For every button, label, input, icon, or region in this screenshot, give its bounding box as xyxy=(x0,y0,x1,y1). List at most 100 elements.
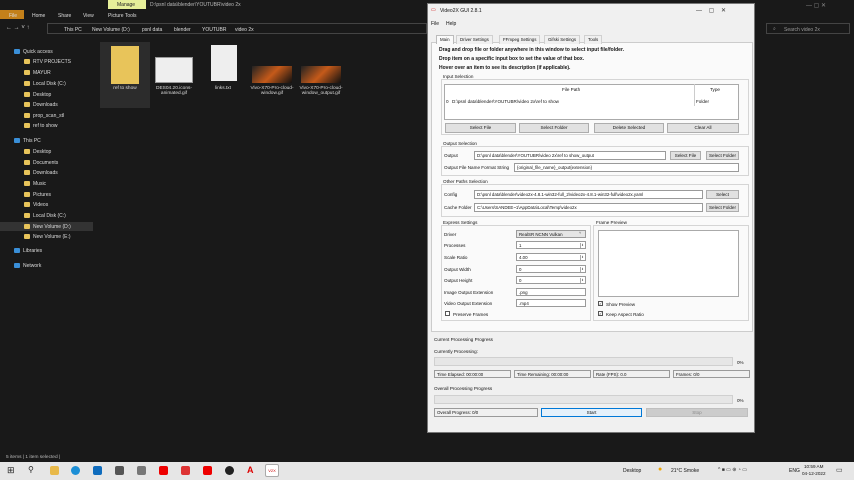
breadcrumb-item[interactable]: This PC xyxy=(64,27,82,33)
nav-item[interactable]: prop_scan_stl xyxy=(24,113,64,119)
file-item[interactable]: links.txt xyxy=(198,42,248,108)
video2x-taskbar-icon[interactable]: V2X xyxy=(265,464,279,477)
autocad-icon[interactable]: A xyxy=(247,465,254,475)
language-indicator[interactable]: ENG xyxy=(789,468,800,474)
processes-spinbox[interactable]: 1 ⇕ xyxy=(516,241,586,249)
menu-help[interactable]: Help xyxy=(446,21,456,27)
menu-file[interactable]: File xyxy=(431,21,439,27)
select-folder-button[interactable]: Select Folder xyxy=(519,123,589,133)
keep-aspect-label: Keep Aspect Ratio xyxy=(606,312,644,317)
edge-icon[interactable] xyxy=(71,466,80,475)
tab-ffmpeg-settings[interactable]: FFmpeg Settings xyxy=(499,35,541,44)
nav-item[interactable]: Desktop xyxy=(24,149,51,155)
start-button[interactable]: Start xyxy=(541,408,642,417)
output-width-spinbox[interactable]: 0 ⇕ xyxy=(516,265,586,273)
nav-item[interactable]: Pictures xyxy=(24,192,51,198)
nav-item[interactable]: RTV PROJECTS xyxy=(24,59,71,65)
clock-time[interactable]: 10:59 AM xyxy=(804,464,823,469)
output-path-input[interactable]: D:\psnl data\blender\YOUTUBR\video 2x\re… xyxy=(474,151,666,160)
config-select-button[interactable]: Select xyxy=(706,190,739,199)
format-string-input[interactable]: {original_file_name}_output{extension} xyxy=(514,163,739,172)
spin-arrows-icon[interactable]: ⇕ xyxy=(580,255,584,260)
weather-text[interactable]: 21°C Smoke xyxy=(671,468,699,474)
config-path-input[interactable]: D:\psnl data\blender\video2x-4.8.1-win32… xyxy=(474,190,703,199)
ribbon-tab-picture-tools[interactable]: Picture Tools xyxy=(108,13,137,19)
window-controls[interactable]: — ▢ ✕ xyxy=(806,2,826,9)
cache-select-folder-button[interactable]: Select Folder xyxy=(706,203,739,212)
window-controls[interactable]: — ▢ ✕ xyxy=(696,7,726,14)
breadcrumb-item[interactable]: New Volume (D:) xyxy=(92,27,130,33)
breadcrumb-item[interactable]: psnl data xyxy=(142,27,162,33)
breadcrumb-item[interactable]: video 2x xyxy=(235,27,254,33)
file-item[interactable]: DES04.20.icons-animated.gif xyxy=(149,42,199,108)
keep-aspect-checkbox[interactable]: ✓ xyxy=(598,311,603,316)
notification-icon[interactable]: ▭ xyxy=(836,466,843,474)
nav-item[interactable]: This PC xyxy=(14,138,41,144)
clock-date[interactable]: 04-12-2022 xyxy=(802,471,826,476)
app-icon[interactable] xyxy=(181,466,190,475)
file-item[interactable]: Vivo-X70-Pro-cloud-window_output.gif xyxy=(296,42,346,108)
nav-item[interactable]: Libraries xyxy=(14,248,42,254)
tray-icons[interactable]: ^ ■ ▭ ⊕ ◔ ▭ xyxy=(718,467,747,473)
nav-item[interactable]: Videos xyxy=(24,202,48,208)
preserve-frames-checkbox[interactable] xyxy=(445,311,450,316)
search-icon[interactable]: ⚲ xyxy=(28,465,34,474)
ribbon-tab-view[interactable]: View xyxy=(83,13,94,19)
file-explorer-icon[interactable] xyxy=(50,466,59,475)
input-row-path[interactable]: D:\psnl data\blender\YOUTUBR\video 2x\re… xyxy=(452,99,559,104)
spin-arrows-icon[interactable]: ⇕ xyxy=(580,278,584,283)
breadcrumb-item[interactable]: blender xyxy=(174,27,191,33)
nav-item[interactable]: Local Disk (C:) xyxy=(24,213,66,219)
select-file-button[interactable]: Select File xyxy=(445,123,516,133)
nav-item[interactable]: Music xyxy=(24,181,46,187)
video-ext-input[interactable]: .mp4 xyxy=(516,299,586,307)
app-icon[interactable] xyxy=(137,466,146,475)
nav-item[interactable]: New Volume (D:) xyxy=(24,224,71,230)
nav-item[interactable]: Quick access xyxy=(14,49,53,55)
tab-main[interactable]: Main xyxy=(436,35,454,44)
output-select-folder-button[interactable]: Select Folder xyxy=(706,151,739,160)
tab-driver-settings[interactable]: Driver Settings xyxy=(456,35,493,44)
column-header-file-path[interactable]: File Path xyxy=(562,87,580,92)
youtube-icon[interactable] xyxy=(159,466,168,475)
nav-item[interactable]: Local Disk (C:) xyxy=(24,81,66,87)
start-windows-icon[interactable]: ⊞ xyxy=(7,465,15,476)
cache-folder-input[interactable]: C:\Users\SANDEE~1\AppData\Local\Temp\vid… xyxy=(474,203,703,212)
nav-arrows-icon[interactable]: ← → ˅ ↑ xyxy=(6,25,30,31)
nav-item[interactable]: Desktop xyxy=(24,92,51,98)
file-item[interactable]: ref to show xyxy=(100,42,150,108)
nav-item[interactable]: MAYUR xyxy=(24,70,51,76)
output-height-spinbox[interactable]: 0 ⇕ xyxy=(516,276,586,284)
search-input[interactable]: Search video 2x xyxy=(784,27,820,33)
nav-item[interactable]: Network xyxy=(14,263,41,269)
ribbon-tab-home[interactable]: Home xyxy=(32,13,45,19)
show-preview-checkbox[interactable]: ✓ xyxy=(598,301,603,306)
store-icon[interactable] xyxy=(93,466,102,475)
desktop-toolbar[interactable]: Desktop xyxy=(623,468,641,474)
app-icon[interactable] xyxy=(115,466,124,475)
scale-ratio-spinbox[interactable]: 4.00 ⇕ xyxy=(516,253,586,261)
nav-item[interactable]: New Volume (E:) xyxy=(24,234,71,240)
input-row-type[interactable]: Folder xyxy=(696,99,709,104)
image-ext-input[interactable]: .png xyxy=(516,288,586,296)
delete-selected-button[interactable]: Delete Selected xyxy=(594,123,664,133)
column-header-type[interactable]: Type xyxy=(710,87,720,92)
nav-item[interactable]: Downloads xyxy=(24,170,58,176)
spin-arrows-icon[interactable]: ⇕ xyxy=(580,243,584,248)
output-select-file-button[interactable]: Select File xyxy=(670,151,701,160)
tab-tools[interactable]: Tools xyxy=(584,35,603,44)
clear-all-button[interactable]: Clear All xyxy=(667,123,739,133)
file-item[interactable]: Vivo-X70-Pro-cloud-window.gif xyxy=(247,42,297,108)
driver-select[interactable]: RealSR NCNN Vulkan xyxy=(516,230,586,238)
stop-button[interactable]: Stop xyxy=(646,408,748,417)
spin-arrows-icon[interactable]: ⇕ xyxy=(580,267,584,272)
nav-item[interactable]: ref to show xyxy=(24,123,57,129)
ribbon-tab-share[interactable]: Share xyxy=(58,13,71,19)
youtube-icon[interactable] xyxy=(203,466,212,475)
tab-gifski-settings[interactable]: Gifski Settings xyxy=(544,35,581,44)
nav-item[interactable]: Downloads xyxy=(24,102,58,108)
breadcrumb-item[interactable]: YOUTUBR xyxy=(202,27,226,33)
ribbon-tab-file[interactable]: File xyxy=(9,13,17,19)
nav-item[interactable]: Documents xyxy=(24,160,58,166)
app-icon[interactable] xyxy=(225,466,234,475)
